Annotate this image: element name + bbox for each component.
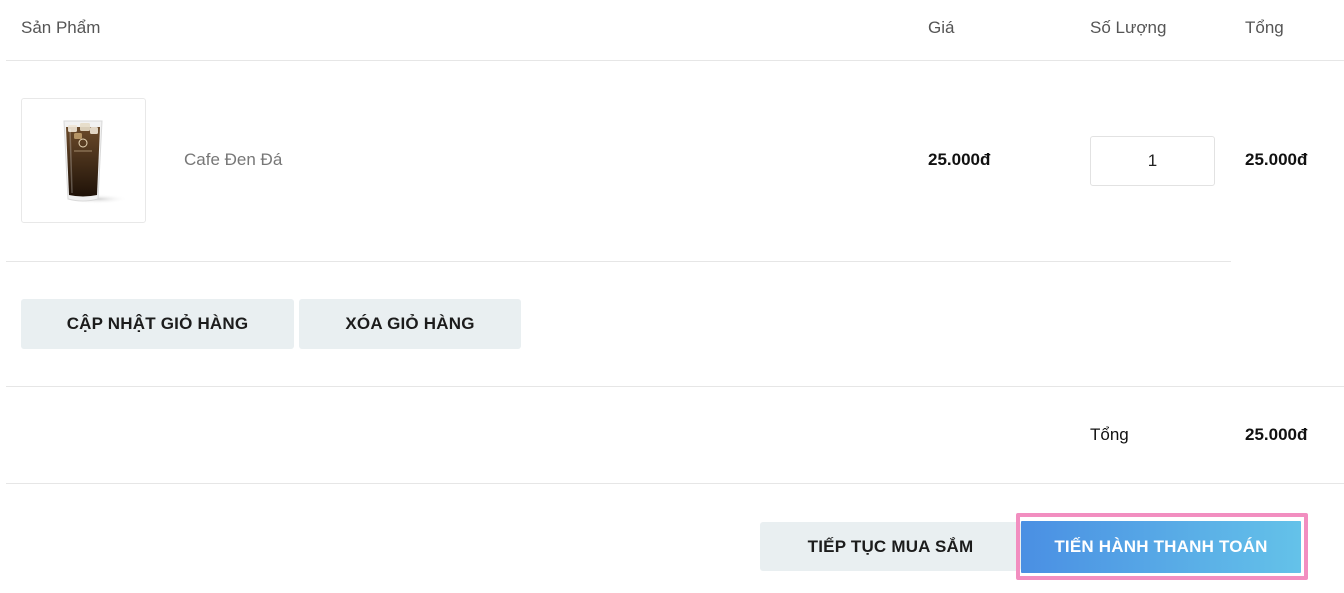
- row-divider: [6, 261, 1231, 262]
- summary-label: Tổng: [1090, 425, 1129, 444]
- update-cart-button[interactable]: CẬP NHẬT GIỎ HÀNG: [21, 299, 294, 349]
- summary-divider: [6, 483, 1344, 484]
- product-name[interactable]: Cafe Đen Đá: [184, 150, 282, 170]
- quantity-input[interactable]: [1090, 136, 1215, 186]
- summary-total: 25.000đ: [1245, 425, 1308, 444]
- header-divider: [6, 60, 1344, 61]
- continue-shopping-button[interactable]: TIẾP TỤC MUA SẮM: [760, 522, 1021, 571]
- iced-coffee-image: [63, 120, 128, 204]
- product-line-total: 25.000đ: [1245, 150, 1308, 169]
- checkout-button[interactable]: TIẾN HÀNH THANH TOÁN: [1021, 521, 1301, 573]
- product-thumbnail[interactable]: [21, 98, 146, 223]
- header-total: Tổng: [1245, 18, 1284, 37]
- header-quantity: Số Lượng: [1090, 18, 1167, 37]
- header-price: Giá: [928, 18, 955, 37]
- product-price: 25.000đ: [928, 150, 991, 169]
- actions-divider: [6, 386, 1344, 387]
- clear-cart-button[interactable]: XÓA GIỎ HÀNG: [299, 299, 521, 349]
- header-product: Sản Phẩm: [21, 18, 101, 37]
